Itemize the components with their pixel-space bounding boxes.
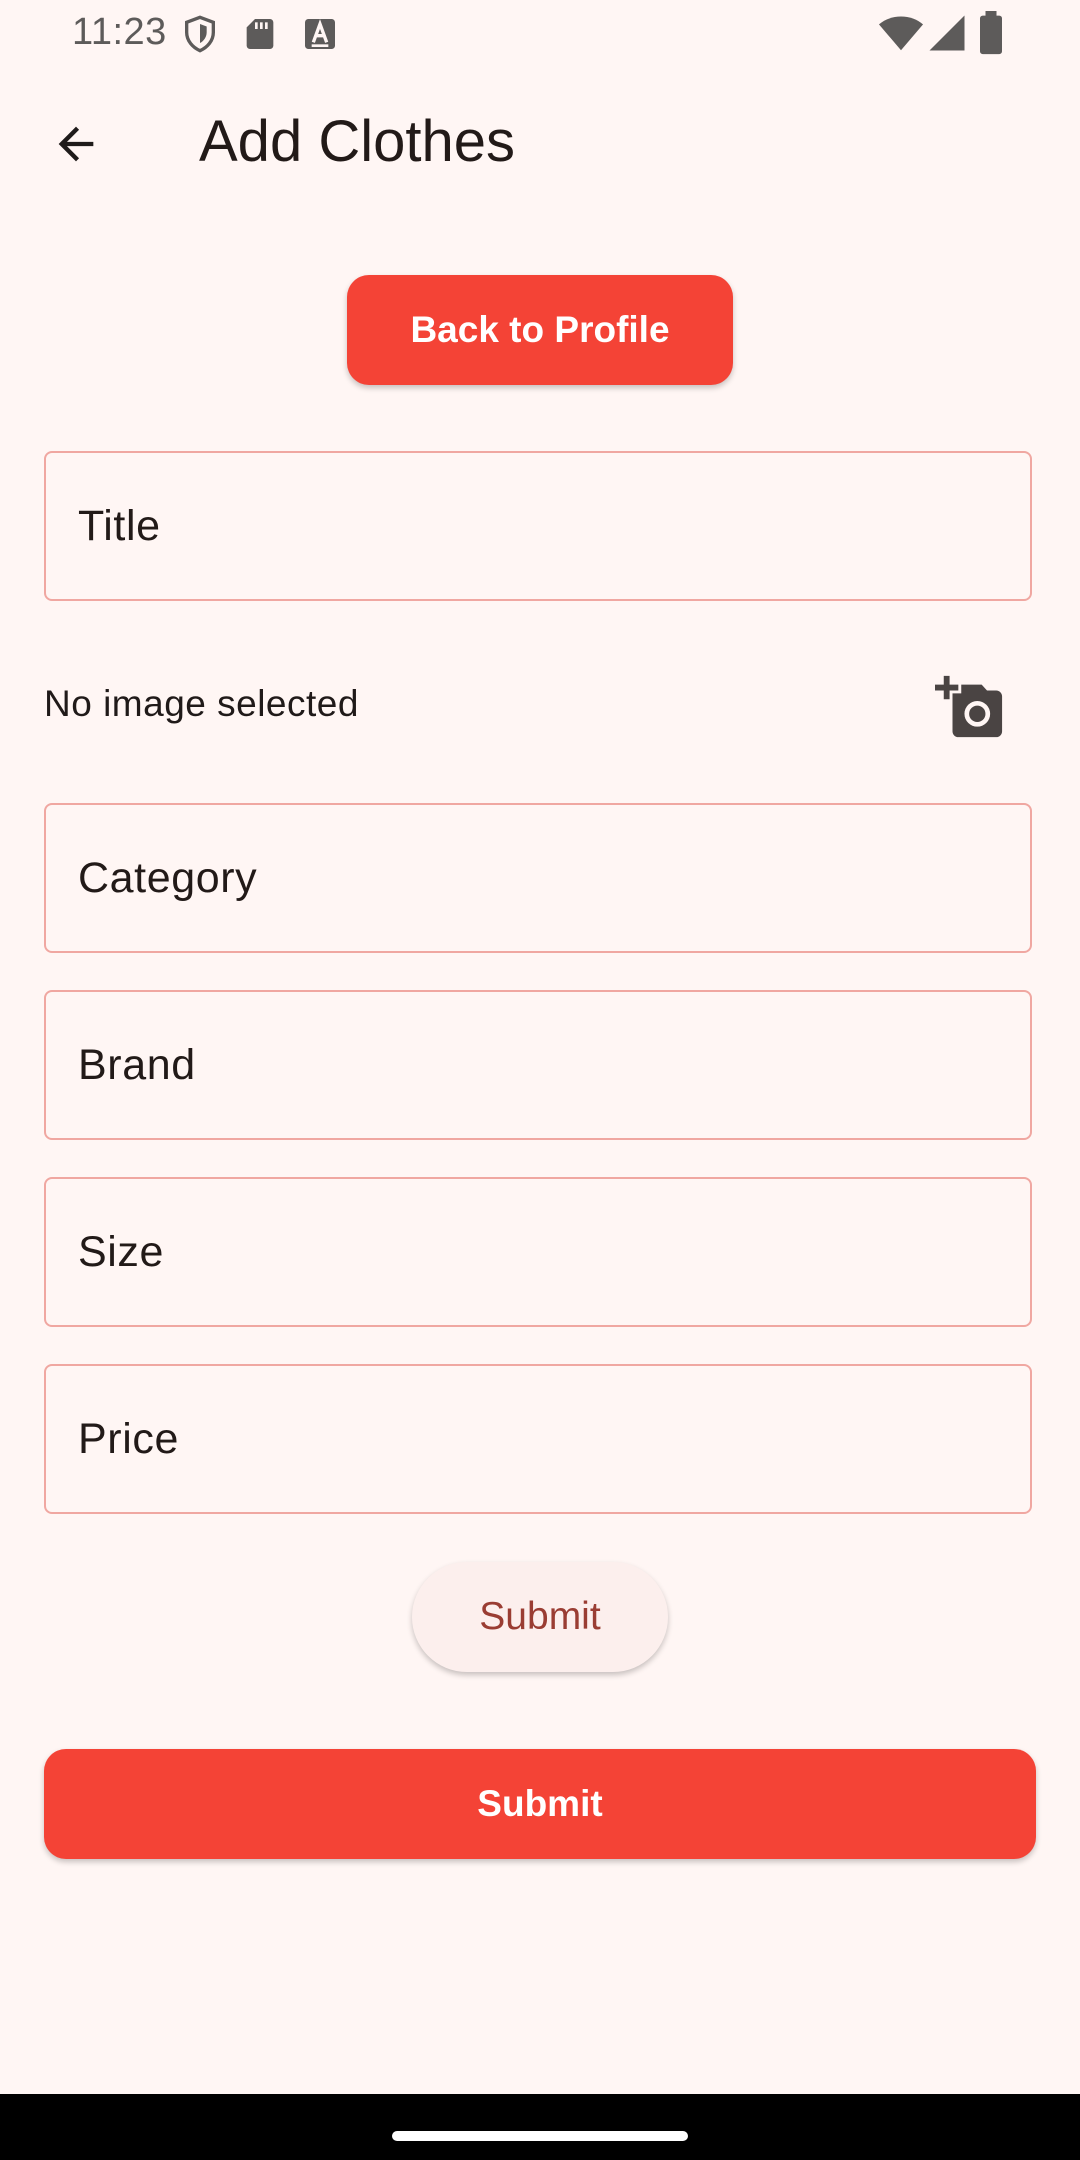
sd-card-icon <box>240 14 280 54</box>
brand-field[interactable] <box>44 990 1032 1140</box>
status-bar: 11:23 <box>0 0 1080 66</box>
wifi-icon <box>878 10 924 56</box>
app-bar: Add Clothes <box>0 66 1080 216</box>
shield-icon <box>180 14 220 54</box>
battery-icon <box>975 11 1007 55</box>
arrow-back-icon[interactable] <box>44 112 108 176</box>
submit-tonal-button[interactable]: Submit <box>412 1562 668 1672</box>
add-a-photo-icon[interactable] <box>930 668 1010 748</box>
back-to-profile-button[interactable]: Back to Profile <box>347 275 733 385</box>
page-title: Add Clothes <box>199 109 515 174</box>
status-time: 11:23 <box>72 11 167 53</box>
price-field[interactable] <box>44 1364 1032 1514</box>
home-indicator[interactable] <box>392 2131 688 2141</box>
size-field[interactable] <box>44 1177 1032 1327</box>
cell-signal-icon <box>926 12 968 54</box>
submit-button[interactable]: Submit <box>44 1749 1036 1859</box>
category-field[interactable] <box>44 803 1032 953</box>
navigation-bar <box>0 2094 1080 2160</box>
text-a-icon <box>300 14 340 54</box>
title-field[interactable] <box>44 451 1032 601</box>
image-status-text: No image selected <box>44 683 359 724</box>
